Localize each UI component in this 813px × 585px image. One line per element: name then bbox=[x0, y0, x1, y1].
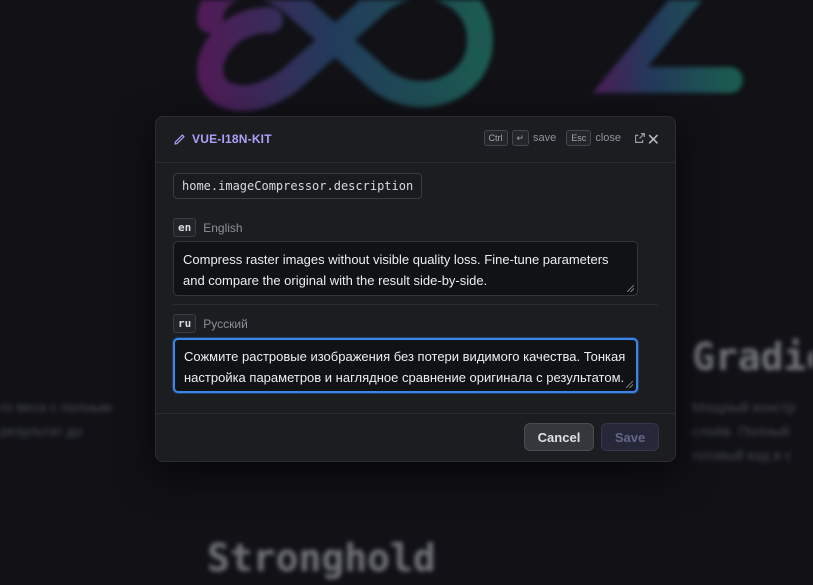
translation-editor-modal: VUE-I18N-KIT Ctrl ↵ save Esc close ✕ hom… bbox=[155, 116, 676, 462]
locale-code: ru bbox=[173, 314, 197, 333]
resize-handle[interactable] bbox=[626, 381, 633, 388]
modal-title: VUE-I18N-KIT bbox=[192, 132, 272, 146]
translation-input-en[interactable]: Compress raster images without visible q… bbox=[173, 241, 638, 296]
translation-value-ru: Сожмите растровые изображения без потери… bbox=[184, 349, 626, 385]
locale-label-ru: ru Русский bbox=[173, 314, 248, 333]
enter-key-hint: ↵ bbox=[511, 130, 530, 146]
esc-key-hint: Esc bbox=[566, 130, 592, 146]
translation-key: home.imageCompressor.description bbox=[173, 173, 423, 199]
locale-label-en: en English bbox=[173, 218, 243, 237]
translation-value-en: Compress raster images without visible q… bbox=[183, 252, 609, 288]
hotkey-hints: Ctrl ↵ save Esc close bbox=[483, 130, 648, 146]
open-external-icon[interactable] bbox=[633, 131, 647, 145]
resize-handle[interactable] bbox=[627, 285, 634, 292]
save-hotkey-label: save bbox=[533, 132, 557, 144]
modal-header: VUE-I18N-KIT Ctrl ↵ save Esc close ✕ bbox=[156, 117, 675, 163]
locale-divider bbox=[173, 304, 658, 305]
modal-footer bbox=[156, 413, 675, 414]
save-button[interactable]: Save bbox=[601, 423, 659, 451]
pencil-icon bbox=[174, 133, 185, 145]
close-icon[interactable]: ✕ bbox=[647, 130, 660, 150]
locale-name: Русский bbox=[203, 316, 248, 331]
close-hotkey-label: close bbox=[595, 132, 621, 144]
cancel-button[interactable]: Cancel bbox=[524, 423, 594, 451]
locale-code: en bbox=[173, 218, 197, 237]
ctrl-key-hint: Ctrl bbox=[483, 130, 508, 146]
locale-name: English bbox=[203, 220, 243, 235]
translation-input-ru[interactable]: Сожмите растровые изображения без потери… bbox=[173, 338, 638, 393]
